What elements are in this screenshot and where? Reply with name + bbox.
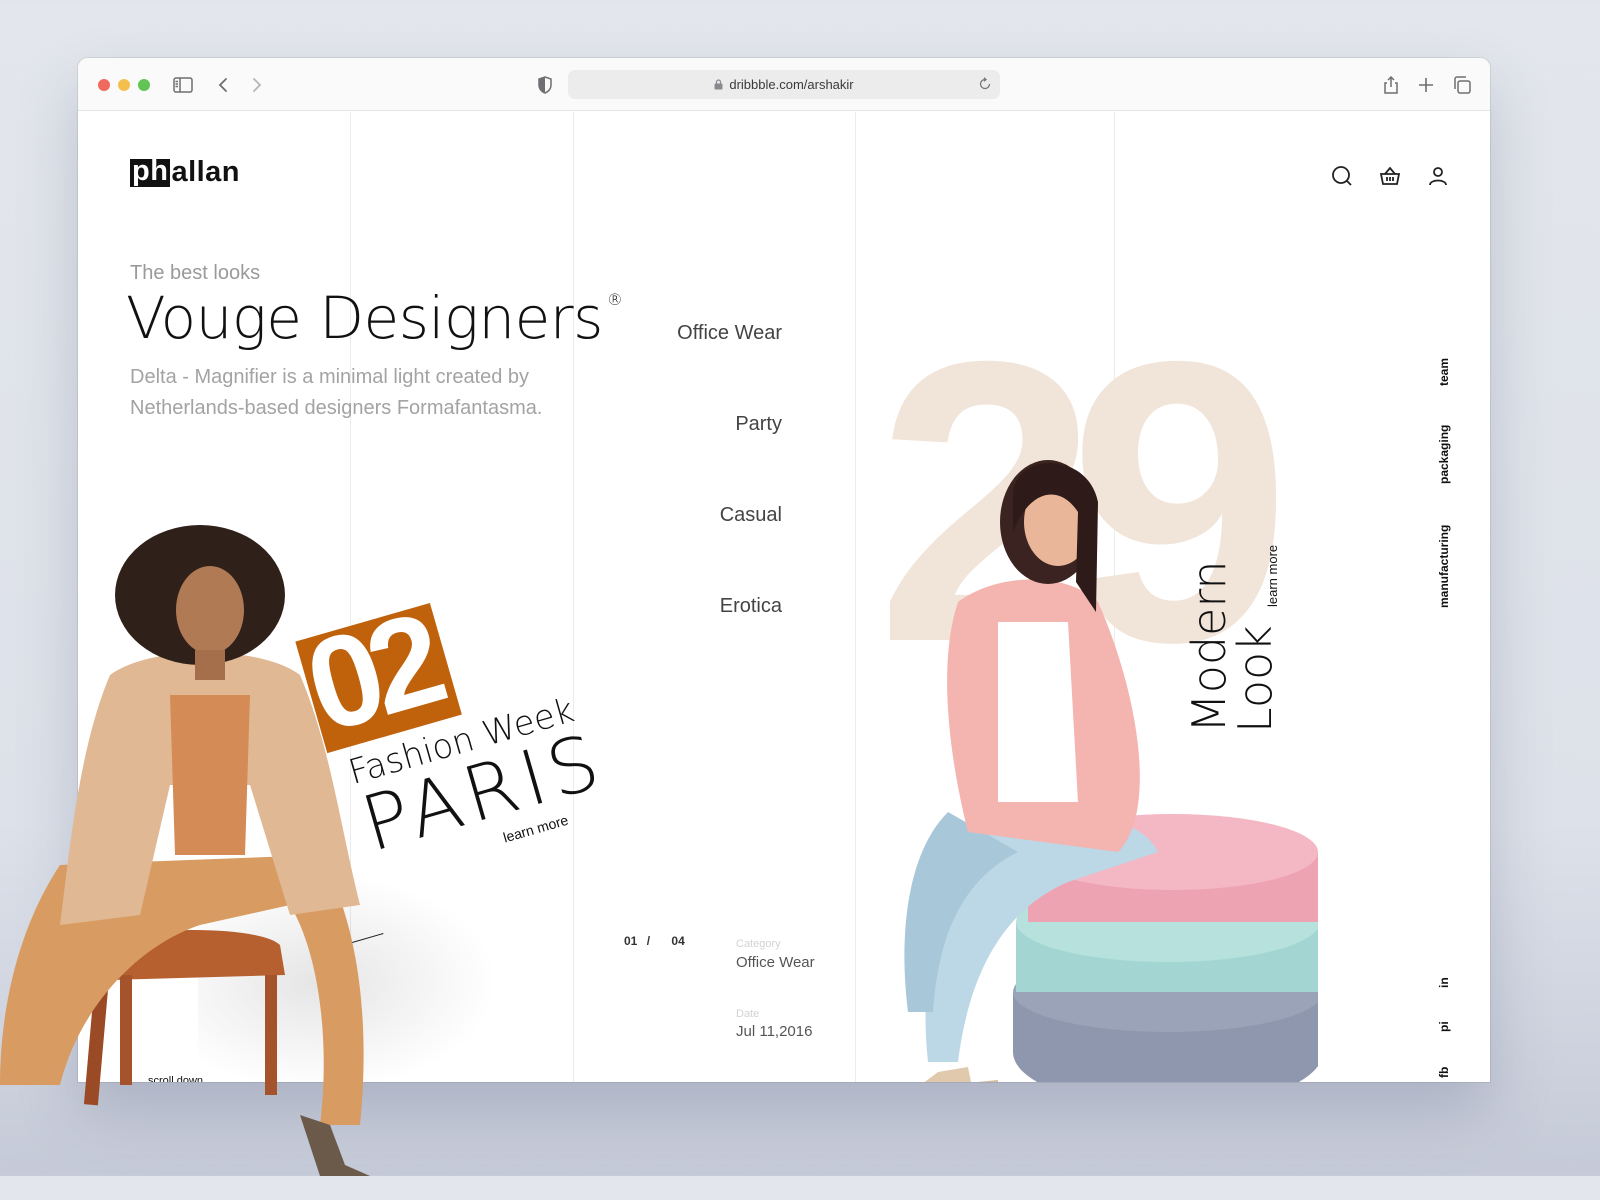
date-label: Date (736, 1008, 760, 1020)
hero-title-text: Vouge Designers (126, 284, 603, 352)
tabs-overview-icon[interactable] (1451, 74, 1473, 96)
hero-title: Vouge Designers ® (126, 284, 623, 352)
social-facebook-link[interactable]: fb (1437, 1067, 1451, 1078)
browser-toolbar: dribbble.com/arshakir (78, 58, 1490, 111)
new-tab-icon[interactable] (1415, 74, 1437, 96)
social-linkedin-link[interactable]: in (1437, 977, 1451, 988)
category-value: Office Wear (736, 954, 815, 971)
back-icon[interactable] (212, 74, 234, 96)
modern-line1: Modern (1182, 560, 1236, 733)
pager-current: 01 (624, 934, 638, 948)
search-icon[interactable] (1330, 164, 1354, 188)
grid-line (573, 112, 574, 1082)
category-label: Category (736, 938, 781, 950)
site-logo[interactable]: ph allan (130, 156, 240, 189)
forward-icon[interactable] (246, 74, 268, 96)
logo-text: allan (171, 156, 241, 188)
side-nav-team[interactable]: team (1437, 358, 1451, 386)
side-nav-manufacturing[interactable]: manufacturing (1437, 525, 1451, 608)
reload-icon[interactable] (978, 77, 992, 91)
user-icon[interactable] (1426, 164, 1450, 188)
side-nav-packaging[interactable]: packaging (1437, 425, 1451, 484)
category-erotica[interactable]: Erotica (720, 595, 782, 618)
logo-inverted: ph (130, 154, 171, 187)
address-bar[interactable]: dribbble.com/arshakir (568, 70, 1000, 99)
category-office-wear[interactable]: Office Wear (677, 322, 782, 345)
minimize-window-button[interactable] (118, 79, 130, 91)
url-text: dribbble.com/arshakir (729, 77, 854, 92)
pager-total: 04 (671, 934, 685, 948)
social-pinterest-link[interactable]: pi (1437, 1021, 1451, 1032)
slide-pager: 01 / 04 (624, 934, 691, 948)
share-icon[interactable] (1380, 74, 1402, 96)
model-on-chair-image (0, 525, 370, 1176)
lock-icon (714, 79, 723, 90)
modern-learn-more-link[interactable]: learn more (1265, 545, 1280, 607)
pager-separator: / (646, 934, 651, 948)
hero-description: Delta - Magnifier is a minimal light cre… (130, 366, 543, 419)
hero-kicker: The best looks (130, 262, 261, 284)
category-party[interactable]: Party (735, 413, 782, 436)
shield-icon[interactable] (534, 74, 556, 96)
basket-icon[interactable] (1378, 164, 1402, 188)
close-window-button[interactable] (98, 79, 110, 91)
sidebar-icon[interactable] (172, 74, 194, 96)
category-casual[interactable]: Casual (720, 504, 782, 527)
registered-mark: ® (606, 290, 623, 309)
maximize-window-button[interactable] (138, 79, 150, 91)
date-value: Jul 11,2016 (736, 1023, 813, 1040)
model-on-tires-image (904, 460, 1318, 1082)
